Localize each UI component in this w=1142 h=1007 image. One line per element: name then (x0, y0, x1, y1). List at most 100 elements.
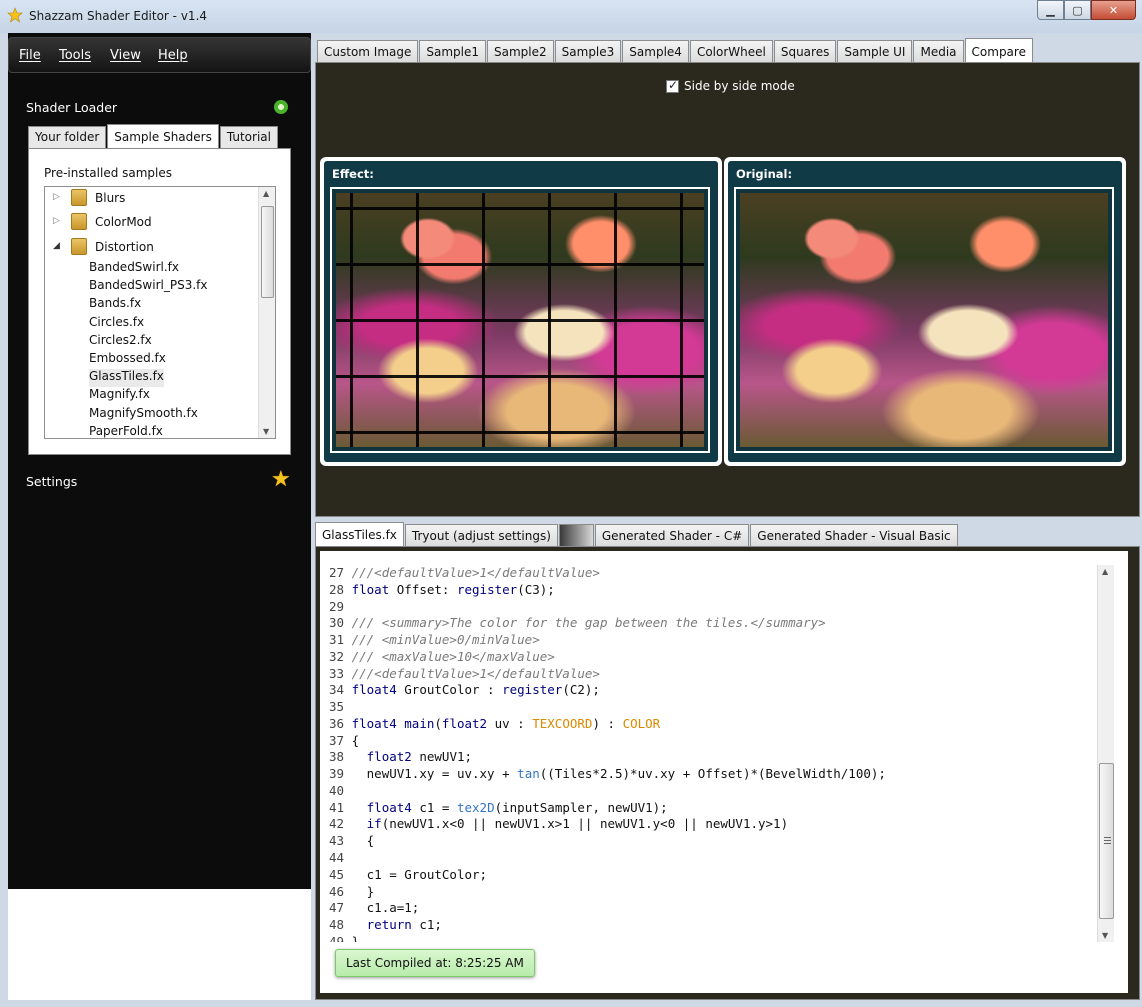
tab-glasstiles-fx[interactable]: GlassTiles.fx (315, 522, 404, 546)
tree-file[interactable]: BandedSwirl.fx (89, 260, 179, 278)
tab-your-folder[interactable]: Your folder (28, 126, 107, 148)
code-line[interactable]: 41 float4 c1 = tex2D(inputSampler, newUV… (329, 800, 1097, 817)
code-line[interactable]: 43 { (329, 833, 1097, 850)
code-line[interactable]: 38 float2 newUV1; (329, 749, 1097, 766)
shader-loader-heading[interactable]: Shader Loader (26, 100, 117, 115)
shader-loader-toggle-icon[interactable] (274, 100, 288, 114)
collapse-arrow-icon[interactable]: ◢ (53, 241, 60, 251)
tree-file-selected[interactable]: GlassTiles.fx (89, 369, 164, 387)
tree-file[interactable]: BandedSwirl_PS3.fx (89, 278, 207, 296)
code-line[interactable]: 36 float4 main(float2 uv : TEXCOORD) : C… (329, 716, 1097, 733)
tab-tryout[interactable]: Tryout (adjust settings) (404, 524, 558, 546)
code-line[interactable]: 33 ///<defaultValue>1</defaultValue> (329, 666, 1097, 683)
tab-sample3[interactable]: Sample3 (554, 40, 622, 62)
code-scrollbar[interactable]: ▲ ▼ (1097, 565, 1114, 942)
menu-help[interactable]: Help (158, 48, 188, 63)
tree-folder-distortion[interactable]: ◢ Distortion (45, 237, 255, 257)
tree-folder-blurs[interactable]: ▷ Blurs (45, 188, 255, 208)
code-editor[interactable]: 27 ///<defaultValue>1</defaultValue> 28 f… (329, 565, 1097, 942)
shader-tree: ▷ Blurs ▷ ColorMod ◢ Distortion BandedSw… (44, 186, 276, 439)
code-line[interactable]: 40 (329, 783, 1097, 800)
tab-custom-image[interactable]: Custom Image (317, 40, 419, 62)
expand-arrow-icon[interactable]: ▷ (53, 216, 60, 226)
code-line[interactable]: 35 (329, 699, 1097, 716)
code-line[interactable]: 47 c1.a=1; (329, 900, 1097, 917)
code-line[interactable]: 32 /// <maxValue>10</maxValue> (329, 649, 1097, 666)
scroll-up-icon[interactable]: ▲ (1102, 567, 1108, 576)
code-line[interactable]: 39 newUV1.xy = uv.xy + tan((Tiles*2.5)*u… (329, 766, 1097, 783)
scroll-up-icon[interactable]: ▲ (263, 189, 269, 198)
maximize-button[interactable]: ▢ (1064, 0, 1091, 20)
code-line[interactable]: 28 float Offset: register(C3); (329, 582, 1097, 599)
code-line[interactable]: 37 { (329, 733, 1097, 750)
tab-sample-ui[interactable]: Sample UI (837, 40, 913, 62)
app-star-icon (7, 7, 23, 23)
menu-file[interactable]: File (19, 48, 41, 63)
side-by-side-checkbox[interactable]: Side by side mode (666, 78, 795, 93)
code-text: } (351, 933, 360, 942)
close-button[interactable]: ✕ (1091, 0, 1136, 20)
tab-sample2[interactable]: Sample2 (487, 40, 554, 62)
tab-compare[interactable]: Compare (964, 38, 1033, 62)
loader-tabs: Your folder Sample Shaders Tutorial (28, 124, 279, 148)
scroll-down-icon[interactable]: ▼ (1102, 931, 1108, 940)
code-line[interactable]: 31 /// <minValue>0/minValue> (329, 632, 1097, 649)
tab-tutorial[interactable]: Tutorial (219, 126, 278, 148)
tree-file[interactable]: MagnifySmooth.fx (89, 406, 198, 424)
folder-icon (71, 189, 87, 206)
line-number: 34 (329, 682, 345, 698)
code-line[interactable]: 46 } (329, 884, 1097, 901)
code-text: { (351, 833, 375, 849)
line-number: 43 (329, 833, 345, 849)
menu-view[interactable]: View (110, 48, 141, 63)
settings-heading[interactable]: Settings (26, 474, 77, 489)
tab-sample1[interactable]: Sample1 (419, 40, 487, 62)
menu-tools[interactable]: Tools (59, 48, 91, 63)
scrollbar-thumb[interactable] (261, 206, 274, 298)
line-number: 47 (329, 900, 345, 916)
code-line[interactable]: 45 c1 = GroutColor; (329, 867, 1097, 884)
effect-label: Effect: (332, 167, 374, 181)
tree-file[interactable]: Circles2.fx (89, 333, 152, 351)
tree-scrollbar[interactable]: ▲ ▼ (258, 187, 275, 438)
scrollbar-thumb[interactable] (1099, 763, 1114, 919)
scroll-down-icon[interactable]: ▼ (263, 427, 269, 436)
tree-folder-label: ColorMod (95, 215, 152, 229)
expand-arrow-icon[interactable]: ▷ (53, 192, 60, 202)
code-line[interactable]: 29 (329, 599, 1097, 616)
tab-generated-csharp[interactable]: Generated Shader - C# (594, 524, 750, 546)
tab-generated-vb[interactable]: Generated Shader - Visual Basic (750, 524, 958, 546)
tree-file[interactable]: Embossed.fx (89, 351, 166, 369)
tab-color-swatch[interactable] (558, 524, 594, 546)
tree-file[interactable]: Magnify.fx (89, 387, 150, 405)
code-text: if(newUV1.x<0 || newUV1.x>1 || newUV1.y<… (366, 816, 789, 832)
tree-file[interactable]: Circles.fx (89, 315, 144, 333)
minimize-button[interactable]: ▁ (1037, 0, 1064, 20)
code-text: /// <summary>The color for the gap betwe… (351, 615, 826, 631)
tree-file[interactable]: Bands.fx (89, 296, 141, 314)
window-title: Shazzam Shader Editor - v1.4 (29, 9, 208, 23)
tree-file[interactable]: PaperFold.fx (89, 424, 163, 438)
code-text: ///<defaultValue>1</defaultValue> (351, 665, 600, 681)
line-number: 48 (329, 917, 345, 933)
code-line[interactable]: 30 /// <summary>The color for the gap be… (329, 615, 1097, 632)
code-line[interactable]: 27 ///<defaultValue>1</defaultValue> (329, 565, 1097, 582)
grip-line (1104, 840, 1111, 841)
tab-sample4[interactable]: Sample4 (622, 40, 689, 62)
code-line[interactable]: 34 float4 GroutColor : register(C2); (329, 682, 1097, 699)
tab-sample-shaders[interactable]: Sample Shaders (107, 124, 219, 148)
code-line[interactable]: 49 } (329, 934, 1097, 942)
tree-folder-colormod[interactable]: ▷ ColorMod (45, 212, 255, 232)
effect-image (336, 193, 704, 447)
favorite-star-icon[interactable]: ★ (271, 469, 291, 491)
code-line[interactable]: 44 (329, 850, 1097, 867)
tab-media[interactable]: Media (913, 40, 964, 62)
line-number: 38 (329, 749, 345, 765)
checkbox-checked-icon[interactable] (666, 78, 679, 93)
tab-squares[interactable]: Squares (773, 40, 837, 62)
grip-line (1104, 843, 1111, 844)
code-line[interactable]: 48 return c1; (329, 917, 1097, 934)
tab-colorwheel[interactable]: ColorWheel (689, 40, 773, 62)
code-line[interactable]: 42 if(newUV1.x<0 || newUV1.x>1 || newUV1… (329, 816, 1097, 833)
folder-icon (71, 213, 87, 230)
